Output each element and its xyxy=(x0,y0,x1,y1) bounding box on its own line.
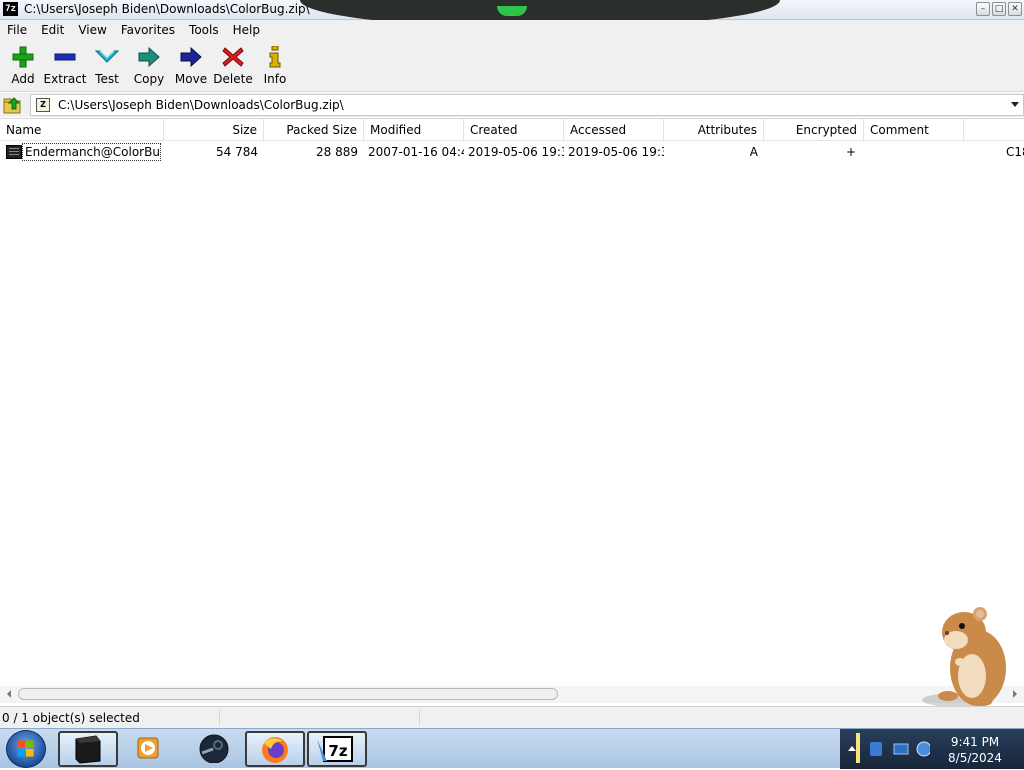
address-path-text: C:\Users\Joseph Biden\Downloads\ColorBug… xyxy=(58,98,344,112)
hamster-mascot xyxy=(922,607,1006,707)
firefox-icon xyxy=(262,737,288,763)
column-header-packed-size[interactable]: Packed Size xyxy=(264,119,364,141)
clock-time[interactable]: 9:41 PM xyxy=(930,735,1020,749)
extract-label: Extract xyxy=(43,72,87,86)
menu-edit[interactable]: Edit xyxy=(34,23,71,37)
column-header-encrypted[interactable]: Encrypted xyxy=(764,119,864,141)
status-segment-3 xyxy=(420,710,1024,726)
status-segment-1 xyxy=(0,710,220,726)
file-packed-size-cell: 28 889 xyxy=(316,145,358,159)
move-button[interactable]: Move xyxy=(170,40,212,90)
menu-tools[interactable]: Tools xyxy=(182,23,226,37)
scrollbar-thumb[interactable] xyxy=(18,688,558,700)
column-header-accessed[interactable]: Accessed xyxy=(564,119,664,141)
test-button[interactable]: Test xyxy=(86,40,128,90)
column-header-name[interactable]: Name xyxy=(0,119,164,141)
info-label: Info xyxy=(263,72,287,86)
file-encrypted-cell: + xyxy=(845,145,856,159)
7zip-app-icon: 7z xyxy=(3,2,18,16)
tray-icons xyxy=(848,733,930,763)
scroll-left-icon[interactable] xyxy=(7,690,11,698)
column-header-comment[interactable]: Comment xyxy=(864,119,964,141)
address-bar: Z C:\Users\Joseph Biden\Downloads\ColorB… xyxy=(0,93,1024,117)
delete-button[interactable]: Delete xyxy=(212,40,254,90)
start-button[interactable] xyxy=(6,730,46,768)
copy-label: Copy xyxy=(133,72,165,86)
title-bar: 7z C:\Users\Joseph Biden\Downloads\Color… xyxy=(0,0,1024,28)
zip-archive-icon: Z xyxy=(36,98,50,112)
horizontal-scrollbar[interactable] xyxy=(0,686,1024,703)
file-modified-cell: 2007-01-16 04:48 xyxy=(368,145,464,159)
taskbar-terminal-app[interactable] xyxy=(58,731,118,767)
svg-text:7z: 7z xyxy=(328,742,347,760)
status-bar: 0 / 1 object(s) selected xyxy=(0,706,1024,728)
chevron-down-icon[interactable] xyxy=(1011,102,1019,107)
executable-file-icon xyxy=(6,145,22,159)
extract-button[interactable]: Extract xyxy=(43,40,87,90)
file-comment-cell xyxy=(864,142,964,162)
menu-view[interactable]: View xyxy=(71,23,113,37)
taskbar: 7z 9:41 PM 8/5/2024 xyxy=(0,728,1024,769)
menu-bar: File Edit View Favorites Tools Help xyxy=(0,20,1024,40)
table-row[interactable]: Endermanch@ColorBu... 54 784 28 889 2007… xyxy=(0,142,1024,162)
plus-icon xyxy=(12,46,34,68)
copy-button[interactable]: Copy xyxy=(128,40,170,90)
column-header-overflow[interactable] xyxy=(964,119,1024,141)
media-player-icon xyxy=(137,737,159,759)
add-button[interactable]: Add xyxy=(2,40,44,90)
close-button[interactable]: ✕ xyxy=(1008,2,1022,16)
file-name-cell[interactable]: Endermanch@ColorBu... xyxy=(22,143,161,161)
window-title: C:\Users\Joseph Biden\Downloads\ColorBug… xyxy=(24,2,310,16)
toolbar: Add Extract Test Copy Move Delete Info xyxy=(0,40,1024,92)
maximize-button[interactable]: □ xyxy=(992,2,1006,16)
list-header: Name Size Packed Size Modified Created A… xyxy=(0,118,1024,141)
file-list: Endermanch@ColorBu... 54 784 28 889 2007… xyxy=(0,141,1024,686)
taskbar-steam[interactable] xyxy=(186,731,242,767)
copy-arrow-icon xyxy=(138,46,160,68)
test-label: Test xyxy=(95,72,119,86)
steam-icon xyxy=(199,734,229,764)
column-header-size[interactable]: Size xyxy=(164,119,264,141)
file-attributes-cell: A xyxy=(749,145,758,159)
status-segment-2 xyxy=(220,710,420,726)
column-header-attributes[interactable]: Attributes xyxy=(664,119,764,141)
file-created-cell: 2019-05-06 19:32 xyxy=(468,145,564,159)
minimize-button[interactable]: – xyxy=(976,2,990,16)
black-box-app-icon xyxy=(75,735,101,764)
scroll-right-icon[interactable] xyxy=(1013,690,1017,698)
windows-logo-icon xyxy=(17,740,34,757)
menu-file[interactable]: File xyxy=(0,23,34,37)
move-label: Move xyxy=(174,72,208,86)
file-overflow-cell: C18 xyxy=(1006,145,1024,159)
minus-icon xyxy=(54,53,76,61)
taskbar-firefox[interactable] xyxy=(245,731,305,767)
folder-up-icon[interactable] xyxy=(3,95,23,115)
column-header-modified[interactable]: Modified xyxy=(364,119,464,141)
menu-favorites[interactable]: Favorites xyxy=(114,23,182,37)
taskbar-7zip[interactable]: 7z xyxy=(307,731,367,767)
add-label: Add xyxy=(11,72,35,86)
file-accessed-cell: 2019-05-06 19:32 xyxy=(568,145,664,159)
delete-label: Delete xyxy=(213,72,253,86)
info-button[interactable]: Info xyxy=(254,40,296,90)
clock-date[interactable]: 8/5/2024 xyxy=(930,751,1020,765)
taskbar-media-player[interactable] xyxy=(122,731,180,767)
check-chevron-icon xyxy=(95,50,119,63)
address-path-combobox[interactable]: Z C:\Users\Joseph Biden\Downloads\ColorB… xyxy=(30,94,1024,116)
info-icon xyxy=(269,46,281,68)
column-header-created[interactable]: Created xyxy=(464,119,564,141)
show-hidden-icons-icon xyxy=(848,746,856,751)
7zip-taskbar-icon: 7z xyxy=(317,736,353,762)
x-icon xyxy=(222,47,244,67)
menu-help[interactable]: Help xyxy=(226,23,267,37)
move-arrow-icon xyxy=(180,46,202,68)
file-size-cell: 54 784 xyxy=(216,145,258,159)
